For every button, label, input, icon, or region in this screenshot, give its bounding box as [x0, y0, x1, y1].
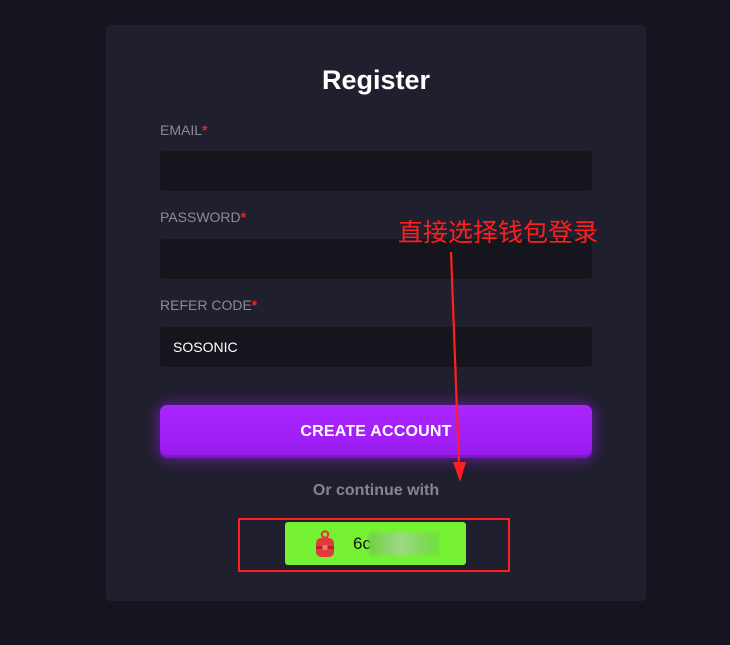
create-account-button[interactable]: CREATE ACCOUNT	[160, 405, 592, 458]
page-title: Register	[321, 65, 431, 95]
email-label: EMAIL*	[160, 122, 207, 138]
password-label: PASSWORD*	[160, 209, 246, 225]
refer-code-label: REFER CODE*	[160, 297, 257, 313]
refer-code-label-text: REFER CODE	[160, 297, 252, 313]
annotation-text: 直接选择钱包登录	[398, 218, 599, 247]
required-asterisk: *	[251, 297, 258, 313]
register-card: Register EMAIL* PASSWORD* REFER CODE* CR…	[106, 25, 646, 601]
annotation-highlight-box	[238, 518, 510, 572]
email-input[interactable]	[160, 151, 592, 191]
required-asterisk: *	[240, 209, 247, 225]
required-asterisk: *	[202, 122, 208, 138]
refer-code-input[interactable]	[160, 327, 592, 367]
email-label-text: EMAIL	[160, 122, 203, 138]
alt-login-text: Or continue with	[312, 482, 440, 499]
password-label-text: PASSWORD	[160, 209, 241, 225]
